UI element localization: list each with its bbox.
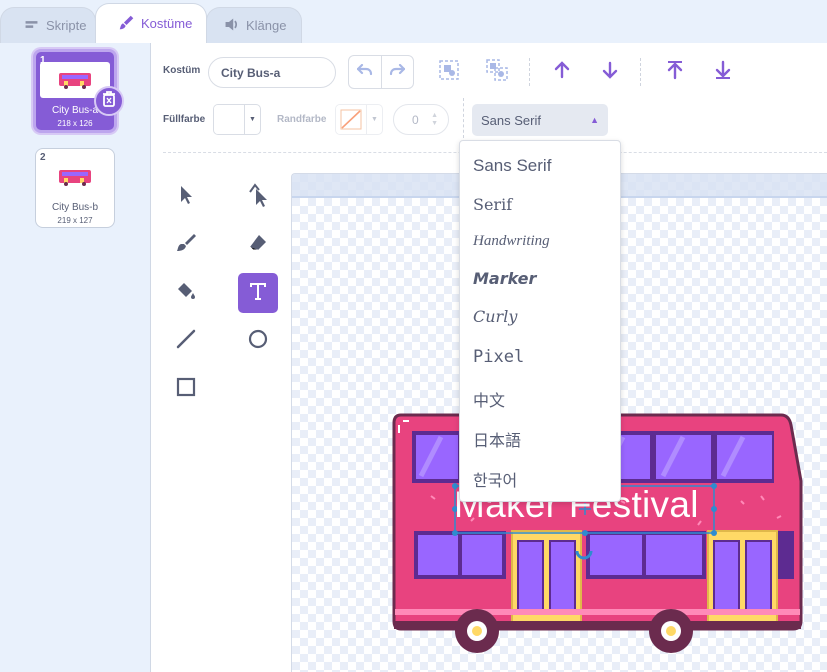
brush-icon bbox=[118, 14, 135, 34]
font-option-sans-serif[interactable]: Sans Serif bbox=[473, 156, 551, 176]
caret-up-icon: ▲ bbox=[590, 115, 599, 125]
backward-button[interactable] bbox=[596, 58, 624, 86]
text-tool[interactable] bbox=[238, 273, 278, 313]
reshape-icon bbox=[247, 182, 269, 212]
arrow-up-icon bbox=[552, 60, 572, 85]
rectangle-icon bbox=[175, 376, 197, 403]
font-menu: Sans Serif Serif Handwriting Marker Curl… bbox=[459, 140, 621, 502]
font-option-pixel[interactable]: Pixel bbox=[473, 347, 524, 367]
back-button[interactable] bbox=[709, 58, 737, 86]
fill-color-swatch bbox=[214, 105, 245, 134]
undo-button[interactable] bbox=[349, 56, 382, 88]
toolbar-divider bbox=[463, 98, 464, 138]
font-option-japanese[interactable]: 日本語 bbox=[473, 427, 521, 451]
font-option-handwriting[interactable]: Handwriting bbox=[473, 233, 550, 250]
forward-button[interactable] bbox=[548, 58, 576, 86]
font-dropdown-value: Sans Serif bbox=[481, 112, 541, 128]
arrow-to-back-icon bbox=[713, 60, 733, 85]
circle-tool[interactable] bbox=[238, 321, 278, 361]
circle-icon bbox=[247, 328, 269, 355]
line-tool[interactable] bbox=[166, 321, 206, 361]
arrow-down-icon bbox=[600, 60, 620, 85]
outline-width-value: 0 bbox=[412, 112, 419, 127]
outline-color-picker[interactable]: ▼ bbox=[335, 104, 383, 135]
reshape-tool[interactable] bbox=[238, 177, 278, 217]
redo-button[interactable] bbox=[382, 56, 414, 88]
costume-tile-2[interactable]: 2 City Bus-b 219 x 127 bbox=[35, 148, 115, 228]
costume-name-label: Kostüm bbox=[163, 65, 201, 76]
font-option-serif[interactable]: Serif bbox=[473, 195, 512, 214]
undo-icon bbox=[356, 63, 373, 81]
tab-label: Kostüme bbox=[141, 16, 193, 31]
stepper-arrows-icon: ▲ ▼ bbox=[431, 112, 438, 127]
arrow-pointer-icon bbox=[176, 184, 196, 211]
editor-tab-bar: Skripte Kostüme Klänge bbox=[0, 0, 827, 43]
font-dropdown[interactable]: Sans Serif ▲ bbox=[472, 104, 608, 136]
toolbar-divider bbox=[529, 58, 530, 86]
tab-sounds[interactable]: Klänge bbox=[206, 7, 302, 43]
text-t-icon bbox=[247, 280, 269, 307]
delete-costume-button[interactable] bbox=[94, 86, 124, 116]
eraser-tool[interactable] bbox=[238, 225, 278, 265]
arrow-to-front-icon bbox=[665, 60, 685, 85]
code-icon bbox=[23, 16, 40, 36]
brush-tool[interactable] bbox=[166, 225, 206, 265]
redo-icon bbox=[389, 63, 406, 81]
tab-label: Klänge bbox=[246, 18, 287, 33]
font-option-marker[interactable]: Marker bbox=[473, 269, 536, 288]
costume-name-input[interactable] bbox=[208, 57, 336, 88]
paint-bucket-icon bbox=[175, 280, 197, 307]
group-button[interactable] bbox=[435, 58, 463, 86]
caret-down-icon: ▼ bbox=[249, 116, 256, 123]
costume-size: 218 x 126 bbox=[57, 119, 93, 128]
tab-scripts[interactable]: Skripte bbox=[0, 7, 96, 43]
group-icon bbox=[438, 59, 460, 86]
font-option-curly[interactable]: Curly bbox=[473, 307, 517, 326]
line-icon bbox=[175, 328, 197, 355]
select-tool[interactable] bbox=[166, 177, 206, 217]
toolbar-divider bbox=[640, 58, 641, 86]
ungroup-button[interactable] bbox=[483, 58, 511, 86]
rectangle-tool[interactable] bbox=[166, 369, 206, 409]
costume-name: City Bus-b bbox=[51, 202, 99, 213]
front-button[interactable] bbox=[661, 58, 689, 86]
speaker-icon bbox=[223, 16, 240, 36]
font-option-chinese[interactable]: 中文 bbox=[473, 387, 505, 411]
tab-costumes[interactable]: Kostüme bbox=[95, 3, 207, 43]
outline-label: Randfarbe bbox=[277, 114, 327, 125]
fill-label: Füllfarbe bbox=[163, 114, 206, 125]
font-option-korean[interactable]: 한국어 bbox=[473, 467, 517, 491]
outline-width-input[interactable]: 0 ▲ ▼ bbox=[393, 104, 449, 135]
undo-redo-group bbox=[348, 55, 414, 89]
fill-tool[interactable] bbox=[166, 273, 206, 313]
tab-label: Skripte bbox=[46, 18, 87, 33]
costume-list: 1 City Bus-a 218 x 126 2 City Bus-b 219 … bbox=[0, 43, 151, 672]
eraser-icon bbox=[247, 232, 269, 259]
fill-color-picker[interactable]: ▼ bbox=[213, 104, 261, 135]
ungroup-icon bbox=[486, 58, 508, 86]
paintbrush-icon bbox=[175, 232, 197, 259]
costume-thumbnail bbox=[40, 159, 110, 195]
costume-size: 219 x 127 bbox=[57, 216, 93, 225]
trash-icon bbox=[102, 90, 116, 112]
no-color-icon bbox=[336, 105, 367, 134]
caret-down-icon: ▼ bbox=[371, 116, 378, 123]
